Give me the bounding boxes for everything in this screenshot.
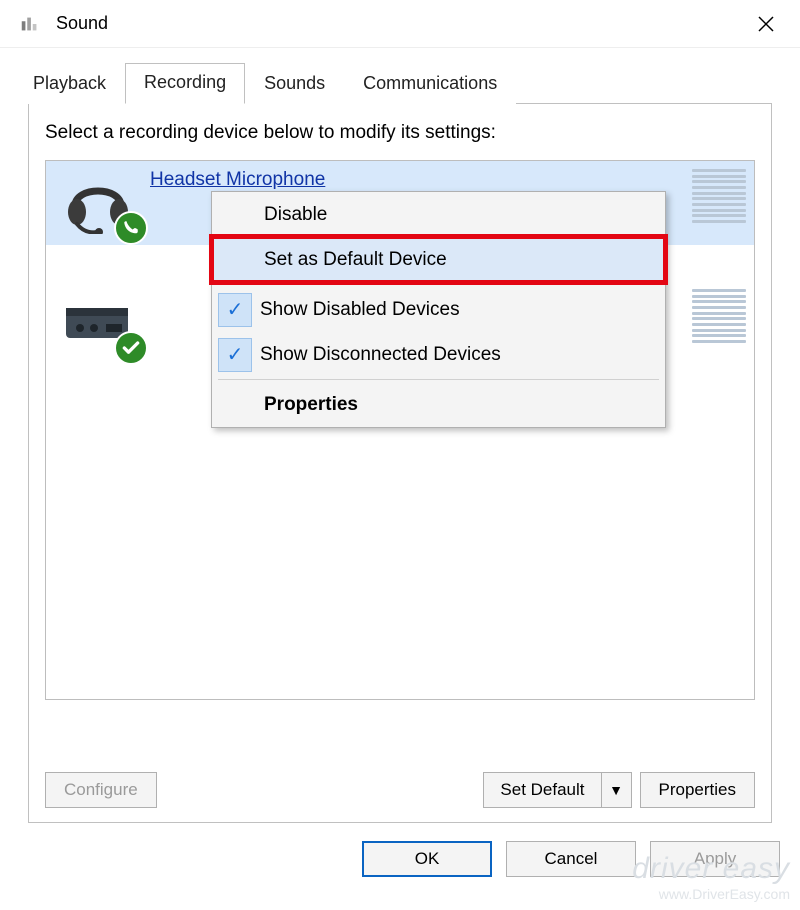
tab-recording[interactable]: Recording xyxy=(125,63,245,104)
check-status-icon xyxy=(114,331,148,365)
window-title: Sound xyxy=(56,13,746,34)
panel-footer: Configure Set Default ▼ Properties xyxy=(45,772,755,808)
dialog-footer: OK Cancel Apply xyxy=(0,823,800,877)
device-list: Headset Microphone xyxy=(45,160,755,700)
button-label: Configure xyxy=(64,780,138,800)
ok-button[interactable]: OK xyxy=(362,841,492,877)
phone-status-icon xyxy=(114,211,148,245)
menu-label: Show Disabled Devices xyxy=(260,299,665,321)
menu-label: Show Disconnected Devices xyxy=(260,344,665,366)
check-icon: ✓ xyxy=(218,293,252,327)
headset-icon xyxy=(54,167,142,239)
menu-label: Properties xyxy=(264,394,665,416)
menu-properties[interactable]: Properties xyxy=(212,382,665,427)
button-label: OK xyxy=(415,849,440,869)
menu-show-disabled[interactable]: ✓ Show Disabled Devices xyxy=(212,287,665,332)
configure-button[interactable]: Configure xyxy=(45,772,157,808)
tab-sounds[interactable]: Sounds xyxy=(245,64,344,104)
button-label: Apply xyxy=(694,849,737,869)
menu-separator xyxy=(218,284,659,285)
menu-separator xyxy=(218,379,659,380)
menu-label: Disable xyxy=(264,204,665,226)
dropdown-caret-icon[interactable]: ▼ xyxy=(601,773,631,807)
menu-show-disconnected[interactable]: ✓ Show Disconnected Devices xyxy=(212,332,665,377)
check-icon: ✓ xyxy=(218,338,252,372)
tab-panel: Select a recording device below to modif… xyxy=(28,103,772,823)
cancel-button[interactable]: Cancel xyxy=(506,841,636,877)
set-default-button[interactable]: Set Default ▼ xyxy=(483,772,631,808)
audio-interface-icon xyxy=(54,287,142,359)
menu-label: Set as Default Device xyxy=(264,249,665,271)
close-icon xyxy=(758,16,774,32)
tab-communications[interactable]: Communications xyxy=(344,64,516,104)
properties-button[interactable]: Properties xyxy=(640,772,755,808)
menu-set-default-device[interactable]: Set as Default Device xyxy=(212,237,665,282)
apply-button[interactable]: Apply xyxy=(650,841,780,877)
tab-strip: Playback Recording Sounds Communications xyxy=(14,62,786,103)
button-label: Cancel xyxy=(545,849,598,869)
device-name: Headset Microphone xyxy=(150,167,325,191)
instructions-text: Select a recording device below to modif… xyxy=(45,122,755,144)
titlebar: Sound xyxy=(0,0,800,48)
tab-playback[interactable]: Playback xyxy=(14,64,125,104)
menu-disable[interactable]: Disable xyxy=(212,192,665,237)
level-meter xyxy=(692,289,746,343)
watermark-url: www.DriverEasy.com xyxy=(632,886,790,902)
context-menu: Disable Set as Default Device ✓ Show Dis… xyxy=(211,191,666,428)
sound-app-icon xyxy=(18,12,42,36)
button-label: Properties xyxy=(659,780,736,800)
close-button[interactable] xyxy=(746,4,786,44)
button-label: Set Default xyxy=(484,780,600,800)
level-meter xyxy=(692,169,746,223)
